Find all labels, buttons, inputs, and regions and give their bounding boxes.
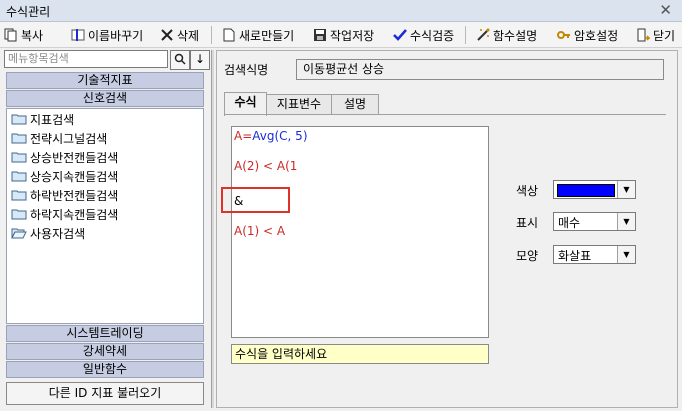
open-folder-icon xyxy=(11,227,27,239)
delete-icon xyxy=(160,28,174,42)
exit-door-icon xyxy=(636,28,651,42)
color-swatch xyxy=(557,184,615,197)
formula-line: A(2) < A(1 xyxy=(234,159,298,173)
tree-item-label: 지표검색 xyxy=(30,112,75,127)
load-other-id-button[interactable]: 다른 ID 지표 불러오기 xyxy=(6,382,204,405)
toolbar-separator xyxy=(211,26,212,44)
menu-search-input[interactable]: 메뉴항목검색 xyxy=(4,50,168,68)
chevron-down-icon: ▼ xyxy=(617,246,635,263)
tree-item-label: 사용자검색 xyxy=(30,226,86,241)
shape-select[interactable]: 화살표 ▼ xyxy=(553,245,636,264)
category-technical-indicators[interactable]: 기술적지표 xyxy=(6,72,204,89)
search-icon xyxy=(174,53,186,68)
formula-line-prefix: A= xyxy=(234,129,253,143)
function-help-label: 함수설명 xyxy=(493,28,538,43)
arrow-down-icon: ↓ xyxy=(194,52,206,66)
window-title: 수식관리 xyxy=(6,5,51,19)
formula-editor[interactable]: A=Avg(C, 5) A(2) < A(1 & A(1) < A xyxy=(231,126,489,338)
tree-item-user-search[interactable]: 사용자검색 xyxy=(11,224,85,242)
new-button[interactable]: 새로만들기 xyxy=(222,25,294,45)
tree-item-label: 하락지속캔들검색 xyxy=(30,207,119,222)
folder-icon xyxy=(11,170,27,182)
formula-hint: 수식을 입력하세요 xyxy=(231,344,489,364)
tab-formula[interactable]: 수식 xyxy=(224,92,267,116)
save-label: 작업저장 xyxy=(330,28,375,43)
formula-name-input[interactable]: 이동평균선 상승 xyxy=(296,59,664,80)
color-picker[interactable]: ▼ xyxy=(553,180,636,199)
toolbar: 복사 이름바꾸기 삭제 새로만들기 작업저장 수식검증 함수설명 암호설정 닫기 xyxy=(0,22,682,48)
display-label: 표시 xyxy=(516,216,539,230)
close-icon[interactable]: ✕ xyxy=(659,1,672,19)
tree-item-label: 하락반전캔들검색 xyxy=(30,188,119,203)
rename-label: 이름바꾸기 xyxy=(88,28,144,43)
color-label: 색상 xyxy=(516,184,539,198)
chevron-down-icon: ▼ xyxy=(617,181,635,198)
key-icon xyxy=(557,28,571,42)
category-strength-weakness[interactable]: 강세약세 xyxy=(6,343,204,360)
verify-label: 수식검증 xyxy=(410,28,455,43)
copy-icon xyxy=(4,28,18,42)
delete-button[interactable]: 삭제 xyxy=(160,25,199,45)
password-button[interactable]: 암호설정 xyxy=(557,25,618,45)
category-signal-search[interactable]: 신호검색 xyxy=(6,90,204,107)
formula-line: A=Avg(C, 5) xyxy=(234,129,308,143)
formula-line: A(1) < A xyxy=(234,224,286,238)
shape-value: 화살표 xyxy=(558,249,592,263)
formula-line-text: Avg(C, 5) xyxy=(252,129,308,143)
toolbar-separator xyxy=(465,26,466,44)
folder-icon xyxy=(11,151,27,163)
display-select[interactable]: 매수 ▼ xyxy=(553,212,636,231)
tree-item-bullish-reversal[interactable]: 상승반전캔들검색 xyxy=(11,148,118,166)
copy-label: 복사 xyxy=(21,28,44,43)
magic-wand-icon xyxy=(476,28,490,42)
chevron-down-icon: ▼ xyxy=(617,213,635,230)
close-button[interactable]: 닫기 xyxy=(636,25,675,45)
title-bar: 수식관리 ✕ xyxy=(0,0,682,22)
tree-item-bearish-continuation[interactable]: 하락지속캔들검색 xyxy=(11,205,118,223)
new-document-icon xyxy=(222,28,236,42)
tree-item-strategy-signal[interactable]: 전략시그널검색 xyxy=(11,129,107,147)
tree-item-label: 상승지속캔들검색 xyxy=(30,169,119,184)
shape-label: 모양 xyxy=(516,249,539,263)
tab-description[interactable]: 설명 xyxy=(331,94,379,115)
formula-name-label: 검색식명 xyxy=(224,63,269,77)
save-icon xyxy=(313,28,327,42)
checkmark-icon xyxy=(393,28,407,42)
folder-icon xyxy=(11,189,27,201)
tree-item-label: 상승반전캔들검색 xyxy=(30,150,119,165)
close-label: 닫기 xyxy=(653,28,676,43)
folder-icon xyxy=(11,113,27,125)
function-help-button[interactable]: 함수설명 xyxy=(476,25,537,45)
tab-divider xyxy=(224,114,666,115)
tab-indicator-variables[interactable]: 지표변수 xyxy=(266,94,332,115)
copy-button[interactable]: 복사 xyxy=(4,25,43,45)
password-label: 암호설정 xyxy=(574,28,619,43)
folder-icon xyxy=(11,132,27,144)
display-value: 매수 xyxy=(558,216,581,230)
category-system-trading[interactable]: 시스템트레이딩 xyxy=(6,325,204,342)
search-button[interactable] xyxy=(170,50,190,70)
new-label: 새로만들기 xyxy=(239,28,295,43)
tree-item-bullish-continuation[interactable]: 상승지속캔들검색 xyxy=(11,167,118,185)
tree-item-bearish-reversal[interactable]: 하락반전캔들검색 xyxy=(11,186,118,204)
panel-splitter[interactable] xyxy=(211,50,214,408)
rename-icon xyxy=(71,28,85,42)
sort-button[interactable]: ↓ xyxy=(190,50,210,70)
folder-icon xyxy=(11,208,27,220)
category-general-functions[interactable]: 일반함수 xyxy=(6,361,204,378)
tree-item-label: 전략시그널검색 xyxy=(30,131,108,146)
delete-label: 삭제 xyxy=(177,28,200,43)
save-button[interactable]: 작업저장 xyxy=(313,25,374,45)
tree-view: 지표검색 전략시그널검색 상승반전캔들검색 상승지속캔들검색 하락반전캔들검색 … xyxy=(6,108,204,324)
tree-item-indicator-search[interactable]: 지표검색 xyxy=(11,110,74,128)
highlight-box xyxy=(221,187,290,213)
rename-button[interactable]: 이름바꾸기 xyxy=(71,25,143,45)
verify-button[interactable]: 수식검증 xyxy=(393,25,454,45)
